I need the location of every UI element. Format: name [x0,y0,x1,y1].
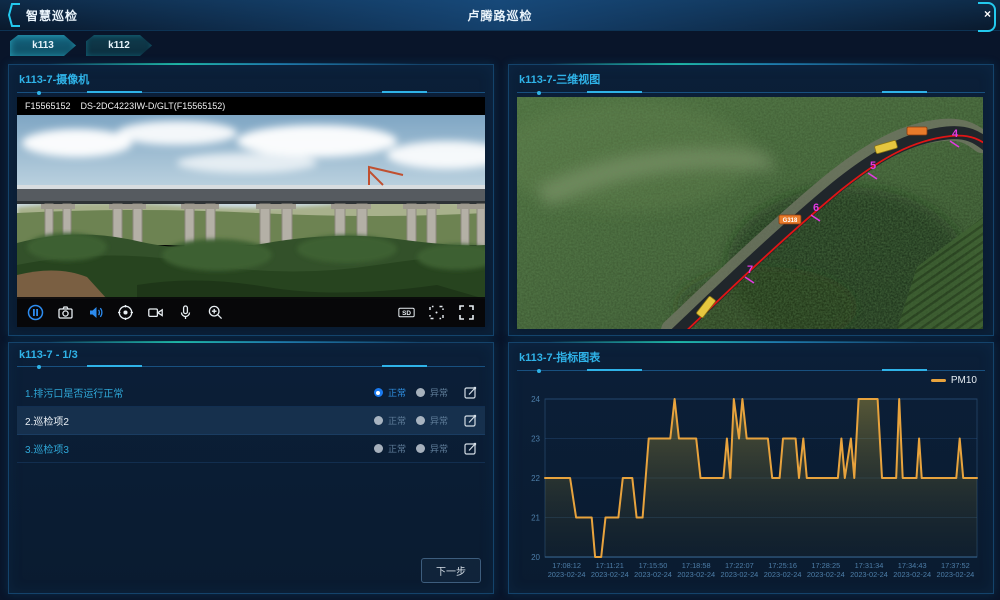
tab-k113[interactable]: k113 [10,35,76,56]
close-icon: × [984,7,991,21]
svg-text:2023-02-24: 2023-02-24 [936,570,974,579]
radio-abnormal-dot[interactable] [416,388,425,397]
checklist-panel-title: k113-7 - 1/3 [9,343,493,364]
svg-text:7: 7 [747,264,753,276]
map-panel-title: k113-7-三维视图 [509,65,993,90]
ptz-icon[interactable] [117,304,134,321]
chart-legend[interactable]: PM10 [931,375,977,386]
svg-text:17:34:43: 17:34:43 [898,561,927,570]
svg-text:17:22:07: 17:22:07 [725,561,754,570]
camera-video[interactable]: F15565152 DS-2DC4223IW-D/GLT(F15565152) [17,97,485,327]
svg-text:20: 20 [531,553,540,562]
chart-panel: k113-7-指标图表 PM10 202122232417:08:122023-… [508,342,994,594]
checklist-row: 3.巡检项3 正常 异常 [17,435,485,463]
svg-text:2023-02-24: 2023-02-24 [591,570,629,579]
svg-text:17:25:16: 17:25:16 [768,561,797,570]
svg-text:2023-02-24: 2023-02-24 [548,570,586,579]
svg-text:22: 22 [531,474,540,483]
svg-text:4: 4 [952,128,959,140]
svg-text:21: 21 [531,514,540,523]
panel-title-rule [17,90,485,94]
radio-abnormal-label: 异常 [430,414,448,427]
svg-text:17:18:58: 17:18:58 [682,561,711,570]
tab-k112[interactable]: k112 [86,35,152,56]
mic-icon[interactable] [177,304,194,321]
edit-icon[interactable] [464,414,477,427]
radio-normal-dot[interactable] [374,416,383,425]
svg-text:2023-02-24: 2023-02-24 [677,570,715,579]
radio-abnormal[interactable]: 异常 [416,414,448,427]
camera-panel: k113-7-摄像机 [8,64,494,336]
checklist-row: 1.排污口是否运行正常 正常 异常 [17,379,485,407]
camera-controls: SD [17,297,485,327]
radio-normal-dot[interactable] [374,388,383,397]
radio-normal[interactable]: 正常 [374,414,406,427]
checklist-panel: k113-7 - 1/3 1.排污口是否运行正常 正常 异常 2.巡检项2 正常 [8,342,494,594]
checklist-item-label: 2.巡检项2 [25,413,364,428]
radio-abnormal[interactable]: 异常 [416,386,448,399]
camera-panel-title: k113-7-摄像机 [9,65,493,90]
zoom-in-icon[interactable] [207,304,224,321]
radio-normal-label: 正常 [388,386,406,399]
checklist-item-label: 3.巡检项3 [25,441,364,456]
map-3d-panel: k113-7-三维视图 [508,64,994,336]
svg-text:17:08:12: 17:08:12 [552,561,581,570]
camera-photo [17,115,485,299]
snapshot-icon[interactable] [57,304,74,321]
next-step-button[interactable]: 下一步 [421,558,481,583]
svg-text:23: 23 [531,435,540,444]
edit-icon[interactable] [464,442,477,455]
top-bar: 智慧巡检 卢腾路巡检 × [0,0,1000,31]
svg-text:17:31:34: 17:31:34 [855,561,884,570]
radio-normal-dot[interactable] [374,444,383,453]
radio-normal[interactable]: 正常 [374,442,406,455]
radio-abnormal[interactable]: 异常 [416,442,448,455]
checklist-row: 2.巡检项2 正常 异常 [17,407,485,435]
pm10-line-chart: 202122232417:08:122023-02-2417:11:212023… [515,389,985,585]
station-tabs: k113 k112 [10,35,152,56]
panel-title-rule [17,364,485,368]
svg-text:2023-02-24: 2023-02-24 [893,570,931,579]
svg-text:G318: G318 [783,218,798,224]
radio-normal-label: 正常 [388,414,406,427]
fullscreen-icon[interactable] [458,304,475,321]
radio-abnormal-dot[interactable] [416,444,425,453]
svg-text:2023-02-24: 2023-02-24 [634,570,672,579]
radio-normal-label: 正常 [388,442,406,455]
sd-quality-badge[interactable]: SD [398,304,415,321]
svg-text:2023-02-24: 2023-02-24 [850,570,888,579]
svg-text:17:28:25: 17:28:25 [811,561,840,570]
legend-dash-icon [931,379,946,382]
checklist-item-label: 1.排污口是否运行正常 [25,385,364,400]
capture-corner-icon[interactable] [428,304,445,321]
legend-label: PM10 [951,375,977,386]
close-button[interactable]: × [972,2,996,28]
page-title: 卢腾路巡检 [0,7,1000,24]
camera-id-overlay: F15565152 DS-2DC4223IW-D/GLT(F15565152) [17,97,485,115]
svg-text:24: 24 [531,395,540,404]
svg-text:2023-02-24: 2023-02-24 [764,570,802,579]
svg-text:SD: SD [402,310,411,317]
svg-text:2023-02-24: 2023-02-24 [720,570,758,579]
svg-text:6: 6 [813,202,819,214]
checklist: 1.排污口是否运行正常 正常 异常 2.巡检项2 正常 异常 [17,379,485,463]
chart-panel-title: k113-7-指标图表 [509,343,993,368]
pause-icon[interactable] [27,304,44,321]
svg-text:2023-02-24: 2023-02-24 [807,570,845,579]
speaker-icon[interactable] [87,304,104,321]
video-camera-icon[interactable] [147,304,164,321]
radio-abnormal-label: 异常 [430,442,448,455]
edit-icon[interactable] [464,386,477,399]
radio-abnormal-label: 异常 [430,386,448,399]
panel-title-rule [517,368,985,372]
svg-text:17:11:21: 17:11:21 [596,561,624,570]
svg-text:17:15:50: 17:15:50 [639,561,668,570]
svg-text:17:37:52: 17:37:52 [941,561,970,570]
radio-abnormal-dot[interactable] [416,416,425,425]
radio-normal[interactable]: 正常 [374,386,406,399]
svg-text:5: 5 [870,160,876,172]
panel-title-rule [517,90,985,94]
aerial-map[interactable]: G318 4 5 6 7 [517,97,983,329]
